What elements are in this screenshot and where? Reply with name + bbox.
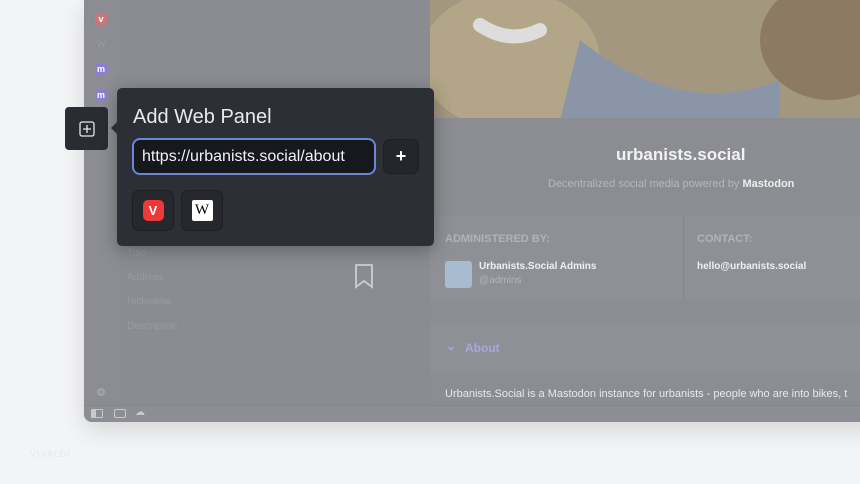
wikipedia-icon: W	[191, 200, 213, 221]
bookmark-icon[interactable]	[354, 263, 374, 289]
url-input[interactable]	[132, 138, 376, 175]
popup-title: Add Web Panel	[133, 106, 272, 128]
subtitle-text: Decentralized social media powered by	[548, 178, 740, 190]
admin-name[interactable]: Urbanists.Social Admins	[479, 261, 596, 272]
mastodon-link[interactable]: Mastodon	[742, 178, 794, 190]
contact-label: CONTACT:	[697, 233, 753, 245]
title-field[interactable]: Title	[127, 248, 146, 259]
contact-email[interactable]: hello@urbanists.social	[697, 261, 806, 272]
plus-square-icon	[78, 120, 95, 137]
admin-avatar[interactable]	[445, 261, 472, 288]
about-label: About	[465, 341, 500, 355]
suggestion-vivaldi[interactable]: V	[132, 190, 174, 231]
add-url-button[interactable]: +	[383, 139, 419, 174]
sync-cloud-icon[interactable]: ☁	[135, 407, 145, 418]
wikipedia-panel-icon[interactable]: W	[95, 38, 107, 50]
about-toggle[interactable]: ⌄ About	[430, 324, 860, 372]
add-web-panel-button[interactable]	[65, 107, 108, 150]
card-divider	[683, 216, 684, 300]
chevron-down-icon: ⌄	[446, 339, 457, 353]
vivaldi-watermark: VIVALDI	[30, 449, 71, 459]
add-web-panel-popup: Add Web Panel + V W	[111, 88, 434, 246]
suggestion-wikipedia[interactable]: W	[181, 190, 223, 231]
panel-toggle-icon[interactable]	[91, 409, 103, 418]
admin-contact-cards: ADMINISTERED BY: Urbanists.Social Admins…	[430, 216, 860, 300]
mastodon-panel-icon[interactable]: m	[95, 63, 107, 75]
status-bar: ☁	[84, 405, 860, 422]
description-field[interactable]: Description	[127, 321, 177, 332]
panel-strip: v W m m ⚙	[84, 0, 118, 405]
nickname-field[interactable]: Nickname	[127, 296, 171, 307]
site-title: urbanists.social	[616, 145, 746, 164]
about-text: Urbanists.Social is a Mastodon instance …	[445, 388, 848, 400]
admin-handle[interactable]: @admins	[479, 275, 521, 286]
mastodon-panel-icon-2[interactable]: m	[95, 89, 107, 101]
admin-label: ADMINISTERED BY:	[445, 233, 550, 245]
web-page: urbanists.social Decentralized social me…	[430, 0, 860, 405]
hero-illustration	[430, 0, 860, 118]
site-subtitle: Decentralized social media powered by Ma…	[548, 178, 794, 190]
vivaldi-panel-icon[interactable]: v	[95, 13, 107, 25]
tile-icon[interactable]	[114, 409, 126, 418]
settings-gear-icon[interactable]: ⚙	[95, 387, 107, 399]
address-field[interactable]: Address	[127, 272, 164, 283]
vivaldi-icon: V	[142, 200, 164, 221]
